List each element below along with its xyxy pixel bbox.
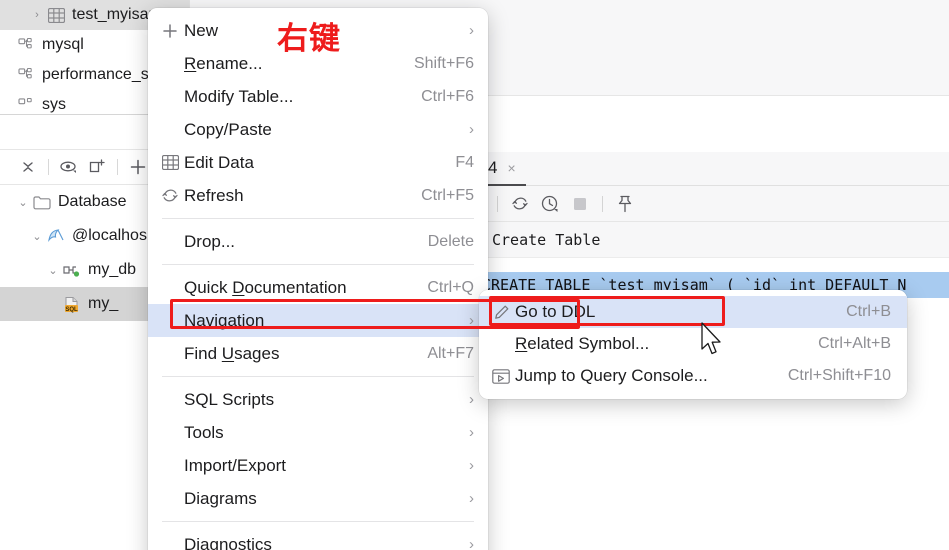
menu-item-quick-documentation[interactable]: Quick Documentation Ctrl+Q (148, 271, 488, 304)
submenu-item-go-to-ddl[interactable]: Go to DDL Ctrl+B (479, 296, 907, 328)
chevron-right-icon[interactable]: › (30, 9, 44, 21)
chevron-right-icon: › (469, 490, 474, 507)
new-tab-icon[interactable] (83, 153, 111, 181)
schema-plug-icon (62, 262, 82, 278)
menu-item-label: Navigation (184, 310, 265, 330)
folder-icon (32, 195, 52, 210)
menu-item-shortcut: Ctrl+Shift+F10 (787, 367, 891, 384)
menu-item-label: Find Usages (184, 343, 280, 363)
menu-item-tools[interactable]: Tools › (148, 416, 488, 449)
chevron-down-icon[interactable]: ⌄ (46, 264, 60, 277)
menu-item-label: Import/Export (184, 455, 287, 475)
menu-item-label: Related Symbol... (515, 334, 650, 353)
chevron-down-icon[interactable]: ⌄ (16, 196, 30, 209)
pencil-icon (487, 304, 515, 321)
menu-item-label: Tools (184, 422, 224, 442)
tree-item-label: my_db (88, 261, 137, 278)
menu-item-shortcut: Ctrl+B (846, 303, 891, 320)
menu-item-label: Quick Documentation (184, 277, 347, 297)
plus-icon (156, 22, 184, 40)
mouse-cursor (700, 322, 726, 365)
menu-item-label: Copy/Paste (184, 119, 272, 139)
chevron-right-icon: › (469, 312, 474, 329)
app-window: › test_myisam mysql performance_s sys ⌄ … (0, 0, 949, 550)
eye-icon[interactable] (55, 153, 83, 181)
editor-tab-label: 4 (488, 158, 498, 177)
table-icon (156, 155, 184, 170)
menu-item-find-usages[interactable]: Find Usages Alt+F7 (148, 337, 488, 370)
submenu-item-jump-to-query-console[interactable]: Jump to Query Console... Ctrl+Shift+F10 (479, 360, 907, 392)
collapse-all-icon[interactable] (14, 153, 42, 181)
menu-item-label: Modify Table... (184, 86, 294, 106)
menu-item-import-export[interactable]: Import/Export › (148, 449, 488, 482)
table-icon (46, 7, 66, 23)
navigation-submenu: Go to DDL Ctrl+B Related Symbol... Ctrl+Alt… (479, 290, 907, 399)
menu-separator (162, 264, 474, 265)
chevron-right-icon: › (469, 121, 474, 138)
menu-item-edit-data[interactable]: Edit Data F4 (148, 146, 488, 179)
menu-item-shortcut: Ctrl+F5 (421, 186, 474, 204)
tree-item-label: performance_s (42, 66, 149, 83)
menu-separator (162, 376, 474, 377)
menu-item-shortcut: Delete (427, 232, 474, 250)
menu-separator (162, 521, 474, 522)
menu-item-label: Jump to Query Console... (515, 366, 708, 385)
toolbar-separator (48, 159, 49, 175)
menu-item-drop[interactable]: Drop... Delete (148, 225, 488, 258)
tree-item-label: mysql (42, 36, 84, 53)
history-icon[interactable] (535, 190, 565, 218)
chevron-down-icon[interactable]: ⌄ (30, 230, 44, 243)
menu-item-label: SQL Scripts (184, 389, 275, 409)
chevron-right-icon: › (469, 391, 474, 408)
menu-item-diagrams[interactable]: Diagrams › (148, 482, 488, 515)
menu-item-label: Edit Data (184, 152, 254, 172)
section-label-text: Create Table (492, 230, 601, 249)
context-menu: New › Rename... Shift+F6 Modify Table... Ctrl… (148, 8, 488, 550)
menu-item-shortcut: Ctrl+Alt+B (818, 335, 891, 352)
menu-item-copy-paste[interactable]: Copy/Paste › (148, 113, 488, 146)
tree-item-label: @localhos (72, 227, 147, 244)
menu-item-label: Diagrams (184, 488, 257, 508)
menu-item-navigation[interactable]: Navigation › (148, 304, 488, 337)
schema-icon (16, 37, 36, 53)
tree-item-label: my_ (88, 295, 119, 312)
toolbar-separator (497, 195, 498, 212)
schema-icon (16, 67, 36, 83)
pin-icon[interactable] (610, 190, 640, 218)
svg-text:SQL: SQL (65, 306, 78, 312)
annotation-right-click-text: 右键 (277, 21, 341, 57)
schema-icon (16, 97, 36, 113)
menu-item-shortcut: F4 (455, 153, 474, 171)
toolbar-separator (602, 195, 603, 212)
menu-separator (162, 218, 474, 219)
tree-item-label: sys (42, 96, 66, 113)
menu-item-label: Refresh (184, 185, 244, 205)
menu-item-label: Diagnostics (184, 534, 272, 550)
submenu-item-related-symbol[interactable]: Related Symbol... Ctrl+Alt+B (479, 328, 907, 360)
refresh-icon[interactable] (505, 190, 535, 218)
console-icon (487, 368, 515, 384)
tree-item-label: Database (58, 193, 127, 210)
chevron-right-icon: › (469, 457, 474, 474)
menu-item-diagnostics[interactable]: Diagnostics › (148, 528, 488, 550)
chevron-right-icon: › (469, 424, 474, 441)
chevron-right-icon: › (469, 22, 474, 39)
datasource-icon (46, 228, 66, 244)
chevron-right-icon: › (469, 536, 474, 550)
sql-file-icon: SQL (62, 296, 82, 313)
menu-item-shortcut: Alt+F7 (427, 344, 474, 362)
menu-item-sql-scripts[interactable]: SQL Scripts › (148, 383, 488, 416)
menu-item-modify-table[interactable]: Modify Table... Ctrl+F6 (148, 80, 488, 113)
menu-item-label: Drop... (184, 231, 236, 251)
toolbar-separator (117, 159, 118, 175)
menu-item-shortcut: Ctrl+Q (427, 278, 474, 296)
refresh-icon (156, 187, 184, 204)
menu-item-label: Go to DDL (515, 302, 596, 321)
menu-item-shortcut: Ctrl+F6 (421, 87, 474, 105)
stop-icon[interactable] (565, 190, 595, 218)
menu-item-refresh[interactable]: Refresh Ctrl+F5 (148, 179, 488, 212)
close-icon[interactable]: × (507, 160, 515, 176)
menu-item-shortcut: Shift+F6 (413, 54, 474, 72)
